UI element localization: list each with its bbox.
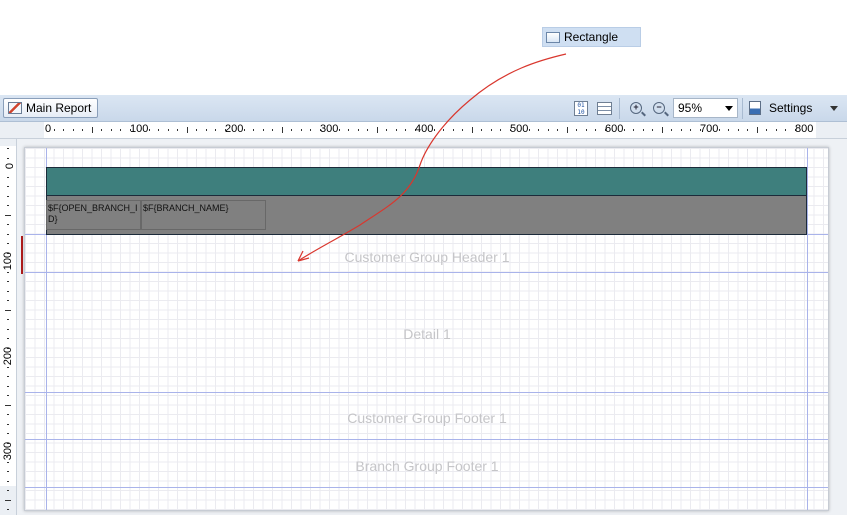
drag-path-arrow (297, 53, 567, 262)
drag-path-line (297, 53, 567, 262)
